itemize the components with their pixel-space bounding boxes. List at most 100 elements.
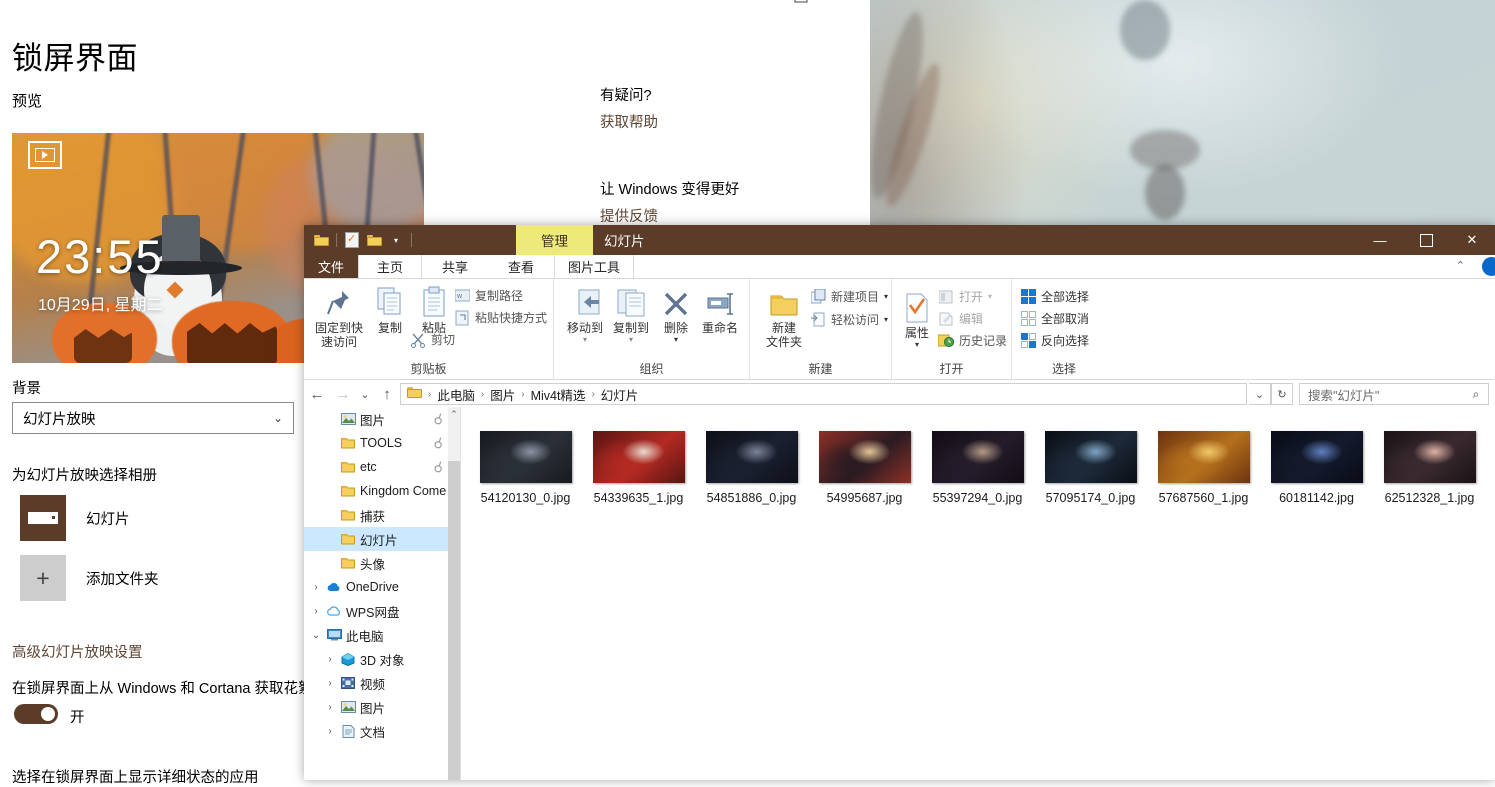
file-tile[interactable]: 55397294_0.jpg — [921, 429, 1034, 505]
settings-close-button[interactable]: ✕ — [824, 0, 870, 10]
select-all-button[interactable]: 全部选择 — [1020, 288, 1089, 305]
easy-access-button[interactable]: 轻松访问 ▾ — [810, 311, 888, 328]
new-folder-button[interactable]: 新建 文件夹 — [758, 284, 810, 349]
nav-item-wps网盘[interactable]: › WPS网盘 — [304, 599, 448, 623]
add-folder-button[interactable]: + 添加文件夹 — [20, 555, 159, 601]
maximize-button[interactable] — [1403, 225, 1449, 255]
breadcrumb-item-2[interactable]: Miv4t精选 — [527, 385, 590, 404]
album-item-slideshow[interactable]: 幻灯片 — [20, 495, 130, 541]
history-button[interactable]: 历史记录 — [938, 332, 1007, 349]
nav-item-tools[interactable]: TOOLS ⚲ — [304, 431, 448, 455]
advanced-slideshow-settings-link[interactable]: 高级幻灯片放映设置 — [12, 641, 143, 662]
help-question-text: 有疑问? — [600, 88, 652, 104]
nav-item-图片[interactable]: › 图片 — [304, 695, 448, 719]
pin-to-quick-access-button[interactable]: 固定到快 速访问 — [310, 284, 368, 349]
tab-view[interactable]: 查看 — [488, 255, 554, 278]
tab-picture-tools[interactable]: 图片工具 — [554, 255, 634, 278]
background-select[interactable]: 幻灯片放映 ⌄ — [12, 402, 294, 434]
explorer-window-buttons: — ✕ — [1357, 225, 1495, 255]
rename-button[interactable]: 重命名 — [696, 284, 744, 335]
refresh-button[interactable]: ↻ — [1271, 383, 1293, 405]
expander-icon[interactable]: › — [308, 582, 324, 593]
copy-button[interactable]: 复制 — [366, 284, 414, 335]
help-circle-icon[interactable] — [1482, 257, 1495, 276]
nav-item-onedrive[interactable]: › OneDrive — [304, 575, 448, 599]
properties-icon[interactable] — [341, 229, 363, 251]
tab-file[interactable]: 文件 — [304, 255, 358, 278]
up-button[interactable]: ↑ — [374, 380, 400, 408]
file-tile[interactable]: 54851886_0.jpg — [695, 429, 808, 505]
file-list-pane[interactable]: 54120130_0.jpg 54339635_1.jpg 54851886_0.j… — [461, 407, 1495, 780]
cut-button[interactable]: 剪切 — [410, 331, 455, 348]
open-button[interactable]: 打开 ▾ — [938, 288, 992, 305]
breadcrumb-item-0[interactable]: 此电脑 — [433, 385, 479, 404]
new-folder-icon[interactable] — [363, 229, 385, 251]
collapse-ribbon-icon[interactable]: ⌃ — [1456, 259, 1465, 272]
edit-icon — [938, 311, 954, 327]
pin-icon: ⚲ — [432, 410, 447, 429]
nav-item-kingdom-come[interactable]: Kingdom Come — [304, 479, 448, 503]
file-name: 62512328_1.jpg — [1384, 491, 1475, 505]
new-item-button[interactable]: 新建项目 ▾ — [810, 288, 888, 305]
paste-button[interactable]: 粘贴 — [410, 284, 458, 335]
file-thumbnail — [1270, 430, 1363, 483]
file-tile[interactable]: 54120130_0.jpg — [469, 429, 582, 505]
file-tile[interactable]: 60181142.jpg — [1260, 429, 1373, 505]
delete-button[interactable]: 删除 ▾ — [654, 284, 698, 344]
cortana-fun-facts-toggle[interactable] — [14, 704, 58, 724]
paste-shortcut-button[interactable]: 粘贴快捷方式 — [454, 309, 547, 326]
file-tile[interactable]: 54339635_1.jpg — [582, 429, 695, 505]
tab-share[interactable]: 共享 — [422, 255, 488, 278]
get-help-link[interactable]: 获取帮助 — [600, 111, 658, 132]
move-to-button[interactable]: 移动到 ▾ — [560, 284, 610, 344]
give-feedback-link[interactable]: 提供反馈 — [600, 205, 658, 226]
navigation-scrollbar[interactable]: ⌃ — [448, 407, 460, 780]
invert-selection-icon — [1020, 333, 1036, 349]
contextual-tab-manage[interactable]: 管理 — [516, 225, 593, 255]
customize-qat-caret-icon[interactable]: ▾ — [385, 229, 407, 251]
nav-item-文档[interactable]: › 文档 — [304, 719, 448, 743]
nav-item-幻灯片[interactable]: 幻灯片 — [304, 527, 448, 551]
minimize-button[interactable]: — — [1357, 225, 1403, 255]
file-tile[interactable]: 54995687.jpg — [808, 429, 921, 505]
expander-icon[interactable]: › — [322, 726, 338, 737]
scroll-up-icon[interactable]: ⌃ — [448, 407, 460, 421]
settings-maximize-button[interactable] — [778, 0, 824, 10]
properties-button[interactable]: 属性 ▾ — [896, 289, 938, 349]
address-history-chevron-icon[interactable]: ⌄ — [1249, 383, 1271, 405]
nav-item-视频[interactable]: › 视频 — [304, 671, 448, 695]
nav-item-3d-对象[interactable]: › 3D 对象 — [304, 647, 448, 671]
file-thumbnail-wrap — [469, 429, 582, 484]
nav-item-label: 幻灯片 — [360, 533, 398, 548]
file-tile[interactable]: 57687560_1.jpg — [1147, 429, 1260, 505]
expander-icon[interactable]: › — [322, 654, 338, 665]
tab-home[interactable]: 主页 — [358, 255, 422, 278]
search-input[interactable]: 搜索"幻灯片" ⌕ — [1299, 383, 1489, 405]
file-name: 57095174_0.jpg — [1045, 491, 1136, 505]
nav-item-捕获[interactable]: 捕获 — [304, 503, 448, 527]
recent-locations-button[interactable]: ⌄ — [356, 380, 374, 408]
expander-icon[interactable]: › — [322, 702, 338, 713]
expander-icon[interactable]: › — [322, 678, 338, 689]
breadcrumb-item-1[interactable]: 图片 — [486, 385, 519, 404]
nav-item-etc[interactable]: etc ⚲ — [304, 455, 448, 479]
breadcrumb-item-3[interactable]: 幻灯片 — [597, 385, 643, 404]
nav-item-此电脑[interactable]: ⌄ 此电脑 — [304, 623, 448, 647]
scrollbar-thumb[interactable] — [448, 461, 460, 780]
copy-path-button[interactable]: w 复制路径 — [454, 287, 523, 304]
edit-button[interactable]: 编辑 — [938, 310, 983, 327]
file-tile[interactable]: 57095174_0.jpg — [1034, 429, 1147, 505]
folder-icon[interactable] — [310, 229, 332, 251]
forward-button[interactable]: → — [330, 380, 356, 408]
nav-item-头像[interactable]: 头像 — [304, 551, 448, 575]
back-button[interactable]: ← — [304, 380, 330, 408]
file-tile[interactable]: 62512328_1.jpg — [1373, 429, 1486, 505]
breadcrumb[interactable]: › 此电脑 › 图片 › Miv4t精选 › 幻灯片 — [400, 383, 1247, 405]
close-button[interactable]: ✕ — [1449, 225, 1495, 255]
invert-selection-button[interactable]: 反向选择 — [1020, 332, 1089, 349]
nav-item-图片[interactable]: 图片 ⚲ — [304, 407, 448, 431]
expander-icon[interactable]: › — [308, 606, 324, 617]
select-none-button[interactable]: 全部取消 — [1020, 310, 1089, 327]
copy-to-button[interactable]: 复制到 ▾ — [606, 284, 656, 344]
expander-icon[interactable]: ⌄ — [308, 630, 324, 641]
